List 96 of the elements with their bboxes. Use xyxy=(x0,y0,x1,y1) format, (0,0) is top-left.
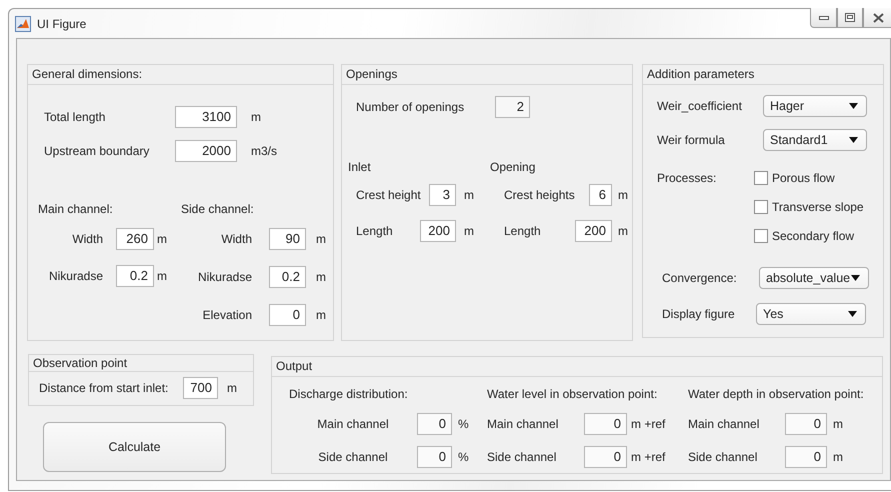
unit-label: m xyxy=(618,188,629,202)
unit-label: m3/s xyxy=(251,144,278,158)
number-field[interactable]: 2 xyxy=(495,96,530,118)
group-heading: Discharge distribution: xyxy=(289,387,409,401)
dropdown[interactable]: absolute_value xyxy=(759,267,869,289)
unit-label: m xyxy=(316,232,326,246)
field-label: Nikuradse xyxy=(196,270,253,284)
close-button[interactable] xyxy=(863,8,891,28)
field-label: Side channel xyxy=(487,450,558,464)
field-label: Crest height xyxy=(356,188,422,202)
group-heading: Water depth in observation point: xyxy=(688,387,865,401)
unit-label: m +ref xyxy=(631,417,666,431)
unit-label: m xyxy=(227,381,237,395)
field-label: Upstream boundary xyxy=(44,144,150,158)
window-title: UI Figure xyxy=(37,16,86,30)
field-label: Distance from start inlet: xyxy=(39,381,170,395)
field-label: Main channel xyxy=(688,417,760,431)
unit-label: m xyxy=(833,417,843,431)
unit-label: % xyxy=(458,417,469,431)
logo-icon xyxy=(15,16,31,32)
checkbox[interactable] xyxy=(754,171,768,185)
checkbox[interactable] xyxy=(754,229,768,243)
number-field[interactable]: 3100 xyxy=(175,106,237,128)
unit-label: m xyxy=(464,188,475,202)
field-label: Number of openings xyxy=(356,100,466,114)
field-label: Main channel xyxy=(316,417,390,431)
field-label: Length xyxy=(356,224,394,238)
number-field[interactable]: 3 xyxy=(429,184,456,206)
field-label: Side channel xyxy=(688,450,758,464)
number-field[interactable]: 6 xyxy=(589,184,612,206)
group-heading: Inlet xyxy=(348,160,372,174)
field-label: Width xyxy=(71,232,104,246)
unit-label: m xyxy=(157,232,167,246)
calculate-button[interactable]: Calculate xyxy=(43,422,226,472)
field-label: Side channel xyxy=(317,450,389,464)
unit-label: m xyxy=(464,224,475,238)
group-heading: Side channel: xyxy=(181,201,255,217)
number-field[interactable]: 0.2 xyxy=(269,266,306,288)
panel-title: Output xyxy=(272,357,882,377)
group-heading: Opening xyxy=(490,160,536,174)
panel-title: Addition parameters xyxy=(643,65,883,85)
field-label: Display figure xyxy=(662,307,736,321)
unit-label: m xyxy=(618,224,629,238)
unit-label: m +ref xyxy=(631,450,666,464)
unit-label: m xyxy=(316,308,326,322)
option-label: Transverse slope xyxy=(772,200,864,214)
unit-label: m xyxy=(157,269,167,283)
panel-title: Observation point xyxy=(29,355,253,372)
number-field[interactable]: 0 xyxy=(584,413,627,435)
field-label: Weir formula xyxy=(657,133,726,147)
caret-icon xyxy=(848,311,857,317)
caret-icon xyxy=(851,275,860,281)
number-field[interactable]: 2000 xyxy=(175,140,237,162)
field-label: Convergence: xyxy=(662,271,738,285)
field-label: Length xyxy=(504,224,542,238)
number-field[interactable]: 700 xyxy=(183,377,218,399)
number-field[interactable]: 0 xyxy=(417,413,452,435)
number-field[interactable]: 200 xyxy=(575,220,612,242)
dropdown[interactable]: Standard1 xyxy=(763,129,867,151)
minimize-icon xyxy=(818,16,828,20)
minimize-button[interactable] xyxy=(810,8,837,28)
panel-title: General dimensions: xyxy=(28,65,333,85)
group-heading: Water level in observation point: xyxy=(487,387,658,401)
field-label: Weir_coefficient xyxy=(657,99,743,113)
number-field[interactable]: 0 xyxy=(785,446,827,468)
option-label: Secondary flow xyxy=(772,229,854,243)
dropdown[interactable]: Yes xyxy=(756,303,866,325)
unit-label: m xyxy=(251,110,261,124)
field-label: Processes: xyxy=(657,170,718,187)
field-label: Elevation xyxy=(202,308,253,322)
field-label: Width xyxy=(220,232,253,246)
unit-label: m xyxy=(316,270,326,284)
field-label: Nikuradse xyxy=(48,269,104,283)
field-label: Total length xyxy=(44,110,106,124)
field-label: Crest heights xyxy=(504,188,576,202)
unit-label: m xyxy=(833,450,843,464)
maximize-icon xyxy=(845,13,855,22)
number-field[interactable]: 200 xyxy=(420,220,456,242)
caret-icon xyxy=(849,103,858,109)
number-field[interactable]: 0 xyxy=(269,304,306,326)
panel-title: Openings xyxy=(342,65,632,85)
number-field[interactable]: 0.2 xyxy=(116,265,154,287)
close-icon xyxy=(873,12,884,22)
dropdown[interactable]: Hager xyxy=(763,95,867,117)
caret-icon xyxy=(849,137,858,143)
number-field[interactable]: 0 xyxy=(417,446,452,468)
group-heading: Main channel: xyxy=(38,201,114,217)
option-label: Porous flow xyxy=(772,171,835,185)
number-field[interactable]: 0 xyxy=(785,413,827,435)
number-field[interactable]: 0 xyxy=(584,446,627,468)
number-field[interactable]: 260 xyxy=(116,228,154,250)
maximize-button[interactable] xyxy=(837,8,863,28)
field-label: Main channel xyxy=(487,417,560,431)
unit-label: % xyxy=(458,450,469,464)
checkbox[interactable] xyxy=(754,200,768,214)
number-field[interactable]: 90 xyxy=(269,228,306,250)
